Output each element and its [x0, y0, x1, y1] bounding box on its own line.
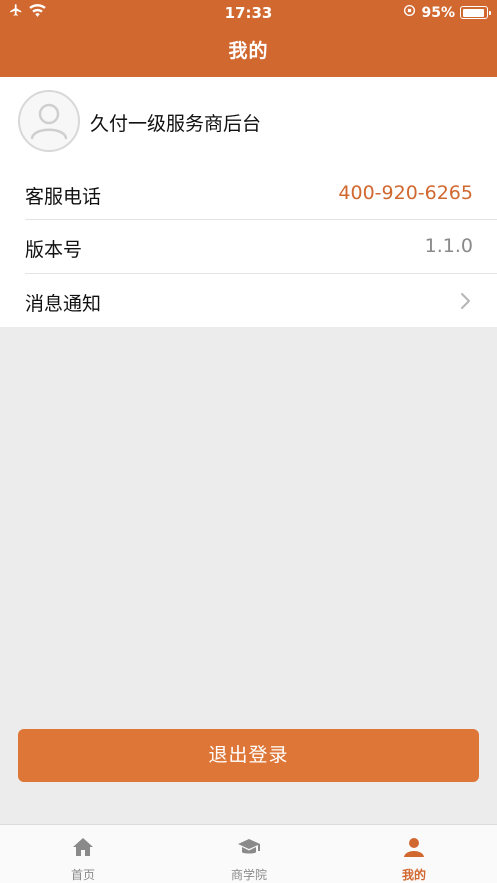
orientation-lock-icon [403, 4, 416, 21]
version-row: 版本号 1.1.0 [0, 220, 497, 274]
home-icon [71, 835, 95, 859]
tab-home[interactable]: 首页 [0, 825, 166, 883]
profile-row[interactable]: 久付一级服务商后台 [0, 77, 497, 167]
customer-service-label: 客服电话 [25, 186, 102, 208]
version-value: 1.1.0 [424, 235, 473, 257]
tab-label: 商学院 [230, 868, 267, 882]
status-bar: 17:33 95% [0, 0, 497, 26]
tab-label: 我的 [401, 868, 426, 882]
message-notification-label: 消息通知 [25, 293, 102, 315]
status-right: 95% [403, 4, 491, 21]
message-notification-row[interactable]: 消息通知 [0, 274, 497, 328]
version-label: 版本号 [25, 239, 83, 261]
chevron-right-icon [459, 291, 473, 311]
tab-bar: 首页 商学院 我的 [0, 824, 497, 883]
avatar [18, 90, 80, 152]
tab-mine[interactable]: 我的 [331, 825, 497, 883]
customer-service-phone[interactable]: 400-920-6265 [338, 182, 473, 204]
battery-percent: 95% [421, 4, 455, 21]
tab-academy[interactable]: 商学院 [166, 825, 332, 883]
battery-fill [462, 8, 485, 17]
user-silhouette-icon [30, 103, 68, 140]
customer-service-row[interactable]: 客服电话 400-920-6265 [0, 167, 497, 221]
profile-name: 久付一级服务商后台 [90, 113, 262, 135]
person-icon [402, 835, 426, 859]
battery-icon [460, 6, 491, 19]
logout-button[interactable]: 退出登录 [18, 729, 479, 782]
settings-card: 久付一级服务商后台 客服电话 400-920-6265 版本号 1.1.0 消息… [0, 77, 497, 327]
graduation-cap-icon [237, 835, 261, 859]
header-bar: 17:33 95% 我的 [0, 0, 497, 77]
tab-label: 首页 [70, 868, 95, 882]
page-title: 我的 [228, 40, 269, 62]
